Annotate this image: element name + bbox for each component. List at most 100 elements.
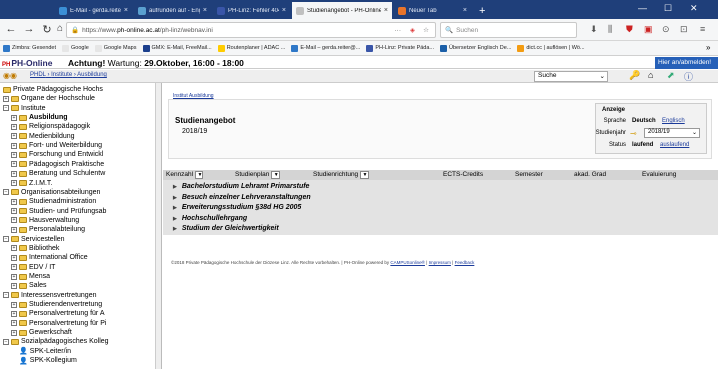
bookmark-item[interactable]: Zimbra: Gesendet xyxy=(3,44,56,52)
filter-icon[interactable]: ▼ xyxy=(271,171,280,179)
url-bar[interactable]: 🔒 https://www. ph-online.ac.at/ph-linz/we… xyxy=(66,22,436,38)
tree-item[interactable]: − Sozialpädagogisches Kolleg xyxy=(3,337,109,346)
expand-icon[interactable]: + xyxy=(11,133,17,140)
tree-item[interactable]: + EDV / IT xyxy=(11,263,55,272)
bookmark-item[interactable]: GMX: E-Mail, FreeMail... xyxy=(142,44,212,52)
program-row[interactable]: ▶ Erweiterungsstudium §38d HG 2005 xyxy=(173,204,301,211)
tree-item[interactable]: − Organisationsabteilungen xyxy=(3,188,100,197)
expand-icon[interactable]: + xyxy=(11,114,17,121)
tree-item[interactable]: − Servicestellen xyxy=(3,235,65,244)
bookmark-item[interactable]: PH-Linz: Private Päda... xyxy=(366,44,434,52)
expand-icon[interactable]: + xyxy=(11,180,17,186)
institute-link[interactable]: Institut Ausbildung xyxy=(173,93,214,99)
page-actions-icon[interactable]: ··· xyxy=(395,27,402,34)
expand-icon[interactable]: + xyxy=(11,273,17,280)
tree-item[interactable]: − Interessensvertretungen xyxy=(3,291,97,300)
browser-tab[interactable]: E-Mail - gerda.reiter@ph-linz.c× xyxy=(55,2,132,19)
tab-close-icon[interactable]: × xyxy=(384,7,388,14)
tree-item[interactable]: − Institute xyxy=(3,104,46,113)
expand-icon[interactable]: + xyxy=(11,320,17,327)
column-header[interactable]: akad. Grad xyxy=(574,171,606,178)
expand-icon[interactable]: + xyxy=(11,208,17,215)
breadcrumb-phdl[interactable]: PHDL xyxy=(30,72,46,78)
search-select[interactable]: Suche ⌄ xyxy=(534,71,608,82)
tree-item[interactable]: Private Pädagogische Hochs xyxy=(3,85,103,94)
collapse-icon[interactable]: − xyxy=(3,236,9,243)
expand-icon[interactable]: + xyxy=(11,301,17,308)
bookmark-item[interactable]: dict.cc | auflösen | Wö... xyxy=(517,44,585,52)
footer-campusonline-link[interactable]: CAMPUSonline® xyxy=(390,260,425,265)
ph-logo[interactable]: PHPH-Online xyxy=(2,58,52,68)
filter-icon[interactable]: ▼ xyxy=(360,171,369,179)
expand-icon[interactable]: + xyxy=(11,198,17,205)
tree-item[interactable]: 👤 SPK-Kollegium xyxy=(11,356,77,365)
tree-item[interactable]: + Hausverwaltung xyxy=(11,216,79,225)
collapse-icon[interactable]: − xyxy=(3,105,9,112)
breadcrumb-institute[interactable]: Institute xyxy=(51,72,72,78)
expand-icon[interactable]: + xyxy=(11,329,17,336)
tree-item[interactable]: + Studierendenvertretung xyxy=(11,300,102,309)
column-header[interactable]: ECTS-Credits xyxy=(443,171,483,178)
program-row[interactable]: ▶ Besuch einzelner Lehrveranstaltungen xyxy=(173,194,311,201)
expand-icon[interactable]: + xyxy=(11,310,17,317)
key-icon[interactable]: 🔑 xyxy=(629,70,640,81)
program-row[interactable]: ▶ Hochschullehrgang xyxy=(173,215,247,222)
bookmark-star-icon[interactable]: ☆ xyxy=(423,26,429,34)
collapse-icon[interactable]: − xyxy=(3,338,9,345)
extension-icon[interactable]: ▣ xyxy=(644,24,653,35)
bookmark-item[interactable]: Google xyxy=(62,44,89,52)
search-input[interactable]: 🔍 Suchen xyxy=(440,22,577,38)
collapse-icon[interactable]: − xyxy=(3,189,9,196)
tree-item[interactable]: + Personalabteilung xyxy=(11,225,85,234)
expand-icon[interactable]: + xyxy=(11,264,17,271)
download-icon[interactable]: ⬇ xyxy=(590,24,598,35)
navigation-icon[interactable]: ◉◉ xyxy=(3,71,17,80)
column-header[interactable]: Kennzahl ▼ xyxy=(166,171,204,179)
forward-icon[interactable]: → xyxy=(22,23,36,35)
expand-icon[interactable]: + xyxy=(3,95,9,102)
tree-item[interactable]: + Religionspädagogik xyxy=(11,122,90,131)
menu-icon[interactable]: ≡ xyxy=(700,24,705,34)
tab-close-icon[interactable]: × xyxy=(203,7,207,14)
tree-scrollbar[interactable] xyxy=(155,83,161,369)
column-header[interactable]: Evaluierung xyxy=(642,171,676,178)
expand-icon[interactable]: + xyxy=(11,123,17,130)
expand-icon[interactable]: + xyxy=(11,161,17,168)
tree-item[interactable]: + Organe der Hochschule xyxy=(3,94,95,103)
filter-icon[interactable]: ▼ xyxy=(195,171,204,179)
tab-close-icon[interactable]: × xyxy=(124,7,128,14)
bookmark-item[interactable]: Google Maps xyxy=(94,44,137,52)
tree-item[interactable]: + Forschung und Entwickl xyxy=(11,150,103,159)
expand-icon[interactable]: + xyxy=(11,142,17,149)
collapse-icon[interactable]: − xyxy=(3,292,9,299)
tree-item[interactable]: + Fort- und Weiterbildung xyxy=(11,141,102,150)
browser-tab[interactable]: aufrunden auf - Englisch-Über× xyxy=(134,2,211,19)
browser-tab[interactable]: Studienangebot - PH-Online × xyxy=(292,2,392,19)
maximize-icon[interactable]: ☐ xyxy=(664,3,672,14)
reload-icon[interactable]: ↻ xyxy=(40,23,54,36)
bookmark-folder-icon[interactable]: ⬈ xyxy=(667,70,675,81)
program-row[interactable]: ▶ Studium der Gleichwertigkeit xyxy=(173,225,279,232)
library-icon[interactable]: ⫼ xyxy=(608,24,612,35)
tree-item[interactable]: + Studienadministration xyxy=(11,197,96,206)
tree-item[interactable]: + Personalvertretung für Pi xyxy=(11,319,106,328)
tree-item[interactable]: + Studien- und Prüfungsab xyxy=(11,207,106,216)
expand-icon[interactable]: + xyxy=(11,245,17,252)
home-icon[interactable]: ⌂ xyxy=(53,23,67,34)
tree-item[interactable]: + Mensa xyxy=(11,272,50,281)
expand-icon[interactable]: + xyxy=(11,282,17,289)
expand-icon[interactable]: + xyxy=(11,254,17,261)
year-select[interactable]: 2018/19 ⌄ xyxy=(644,128,700,138)
minimize-icon[interactable]: — xyxy=(638,3,647,13)
program-row[interactable]: ▶ Bachelorstudium Lehramt Primarstufe xyxy=(173,183,309,190)
tree-item[interactable]: + Beratung und Schulentw xyxy=(11,169,105,178)
login-link[interactable]: Hier an/abmelden! xyxy=(655,57,718,69)
new-tab-button[interactable]: + xyxy=(479,2,485,19)
footer-feedback-link[interactable]: Feedback xyxy=(455,260,475,265)
shield-icon[interactable]: ⛊ xyxy=(626,24,633,35)
bookmark-item[interactable]: Routenplaner | ADAC ... xyxy=(217,44,285,52)
tree-item[interactable]: + Ausbildung xyxy=(11,113,68,122)
tree-item[interactable]: + Personalvertretung für A xyxy=(11,309,105,318)
expand-icon[interactable]: + xyxy=(11,226,17,233)
expand-icon[interactable]: + xyxy=(11,170,17,177)
